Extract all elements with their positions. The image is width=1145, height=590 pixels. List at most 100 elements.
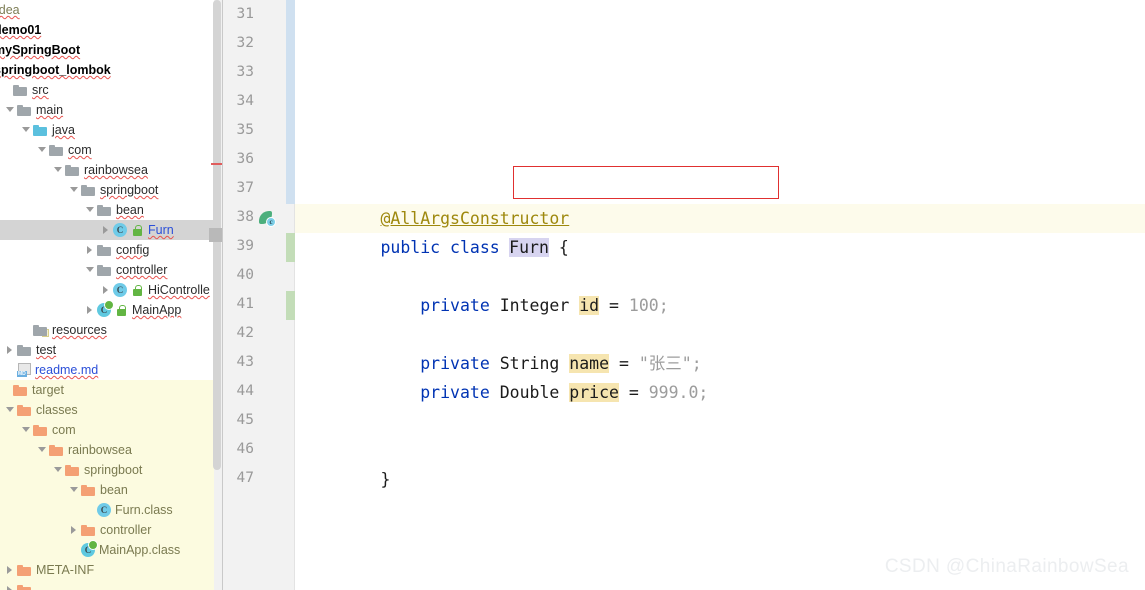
indent-3 bbox=[380, 383, 420, 402]
tree-item-icons bbox=[17, 584, 36, 590]
tree-item-com[interactable]: com bbox=[0, 420, 223, 440]
code-line-class-decl[interactable]: public class Furn { bbox=[301, 204, 569, 257]
folder-source-root-icon bbox=[33, 124, 48, 136]
tree-item-readme-md[interactable]: readme.md bbox=[0, 360, 223, 380]
line-number: 42 bbox=[236, 325, 254, 341]
folder-icon bbox=[81, 184, 96, 196]
tree-item-label: springboot bbox=[100, 183, 159, 197]
tree-item-furn-class[interactable]: C Furn.class bbox=[0, 500, 223, 520]
expand-toggle-collapsed[interactable] bbox=[100, 280, 113, 300]
tree-item-icons bbox=[17, 404, 36, 416]
tree-item-label: config bbox=[116, 243, 150, 257]
project-tree-panel[interactable]: ideademo01mySpringBootspringboot_lombok … bbox=[0, 0, 223, 590]
expand-toggle-expanded[interactable] bbox=[84, 200, 97, 220]
tree-item-icons bbox=[33, 324, 52, 337]
code-content[interactable]: @AllArgsConstructor public class Furn { … bbox=[295, 0, 1145, 590]
java-class-icon: C bbox=[113, 223, 127, 237]
no-toggle bbox=[84, 500, 97, 520]
tree-item-resources[interactable]: resources bbox=[0, 320, 223, 340]
tree-item-meta-inf[interactable]: META-INF bbox=[0, 560, 223, 580]
line-number: 35 bbox=[236, 122, 254, 138]
tree-item-rainbowsea[interactable]: rainbowsea bbox=[0, 440, 223, 460]
field-name-0: id bbox=[579, 296, 600, 315]
folder-excluded-icon bbox=[17, 584, 32, 590]
tree-item-mainapp-class[interactable]: C MainApp.class bbox=[0, 540, 223, 560]
sp-d2 bbox=[639, 383, 649, 402]
tree-item-com[interactable]: com bbox=[0, 140, 223, 160]
tree-item-icons bbox=[33, 124, 52, 136]
expand-toggle-collapsed[interactable] bbox=[84, 300, 97, 320]
sidebar-resize-handle[interactable] bbox=[209, 228, 223, 242]
tree-item-label: com bbox=[68, 143, 92, 157]
tree-item-test[interactable]: test bbox=[0, 340, 223, 360]
tree-item-controller[interactable]: controller bbox=[0, 520, 223, 540]
expand-toggle-expanded[interactable] bbox=[68, 180, 81, 200]
resources-folder-icon bbox=[33, 324, 49, 337]
expand-toggle-collapsed[interactable] bbox=[4, 340, 17, 360]
code-line-field-name[interactable]: private String name = "张三"; bbox=[301, 320, 702, 373]
tree-item[interactable] bbox=[0, 580, 223, 590]
tree-item-config[interactable]: config bbox=[0, 240, 223, 260]
tree-item-label: controller bbox=[116, 263, 168, 277]
tree-item-rainbowsea[interactable]: rainbowsea bbox=[0, 160, 223, 180]
expand-toggle-collapsed[interactable] bbox=[68, 520, 81, 540]
tree-item-springboot[interactable]: springboot bbox=[0, 180, 223, 200]
code-line-field-id[interactable]: private Integer id = 100; bbox=[301, 262, 669, 315]
code-editor[interactable]: 31 32 33 34 35 36 37 38 39 40 41 42 43 44 45 46 47 c @Al… bbox=[223, 0, 1145, 590]
expand-toggle-expanded[interactable] bbox=[20, 120, 33, 140]
project-root-idea[interactable]: idea bbox=[0, 0, 223, 20]
expand-toggle-collapsed[interactable] bbox=[4, 560, 17, 580]
tree-item-bean[interactable]: bean bbox=[0, 200, 223, 220]
project-tree-nodes: src main java com rainbowsea springboot bean C F… bbox=[0, 80, 223, 590]
line-number: 46 bbox=[236, 441, 254, 457]
expand-toggle-expanded[interactable] bbox=[52, 160, 65, 180]
space-3 bbox=[549, 238, 559, 257]
expand-toggle-expanded[interactable] bbox=[4, 400, 17, 420]
markdown-file-icon bbox=[17, 363, 31, 377]
tree-item-bean[interactable]: bean bbox=[0, 480, 223, 500]
project-root-springboot-lombok[interactable]: springboot_lombok bbox=[0, 60, 223, 80]
folder-icon bbox=[97, 264, 112, 276]
tree-item-icons bbox=[81, 524, 100, 536]
expand-toggle-expanded[interactable] bbox=[36, 140, 49, 160]
expand-toggle-expanded[interactable] bbox=[84, 260, 97, 280]
expand-toggle-expanded[interactable] bbox=[4, 100, 17, 120]
no-toggle bbox=[20, 320, 33, 340]
expand-toggle-expanded[interactable] bbox=[20, 420, 33, 440]
expand-toggle-collapsed[interactable] bbox=[100, 220, 113, 240]
tree-item-target[interactable]: target bbox=[0, 380, 223, 400]
compiled-class-icon: C bbox=[97, 503, 111, 517]
project-root-myspringboot[interactable]: mySpringBoot bbox=[0, 40, 223, 60]
code-line-closing-brace[interactable]: } bbox=[301, 436, 390, 489]
field-eq-2: = bbox=[628, 383, 639, 402]
expand-toggle-expanded[interactable] bbox=[52, 460, 65, 480]
tree-item-label: rainbowsea bbox=[84, 163, 148, 177]
tree-item-java[interactable]: java bbox=[0, 120, 223, 140]
line-number: 45 bbox=[236, 412, 254, 428]
line-number: 47 bbox=[236, 470, 254, 486]
tree-item-springboot[interactable]: springboot bbox=[0, 460, 223, 480]
tree-item-mainapp[interactable]: C MainApp bbox=[0, 300, 223, 320]
tree-item-src[interactable]: src bbox=[0, 80, 223, 100]
expand-toggle-expanded[interactable] bbox=[68, 480, 81, 500]
sp-a2 bbox=[490, 383, 500, 402]
tree-item-main[interactable]: main bbox=[0, 100, 223, 120]
spring-bean-gutter-icon[interactable]: c bbox=[259, 210, 276, 227]
code-line-annotation[interactable]: @AllArgsConstructor bbox=[301, 175, 569, 228]
code-line-field-price[interactable]: private Double price = 999.0; bbox=[301, 349, 708, 402]
expand-toggle-expanded[interactable] bbox=[36, 440, 49, 460]
project-root-label: springboot_lombok bbox=[0, 63, 111, 77]
open-brace: { bbox=[558, 238, 569, 257]
public-lock-icon bbox=[115, 304, 128, 316]
expand-toggle-collapsed[interactable] bbox=[4, 580, 17, 590]
tree-item-furn[interactable]: C Furn bbox=[0, 220, 223, 240]
tree-item-controller[interactable]: controller bbox=[0, 260, 223, 280]
editor-gutter[interactable]: 31 32 33 34 35 36 37 38 39 40 41 42 43 44 45 46 47 c bbox=[223, 0, 295, 590]
sidebar-scrollbar-track[interactable] bbox=[213, 0, 222, 590]
field-eq-0: = bbox=[609, 296, 619, 315]
gutter-change-marker bbox=[286, 0, 295, 204]
project-root-demo01[interactable]: demo01 bbox=[0, 20, 223, 40]
tree-item-hicontrolle[interactable]: C HiControlle bbox=[0, 280, 223, 300]
tree-item-classes[interactable]: classes bbox=[0, 400, 223, 420]
expand-toggle-collapsed[interactable] bbox=[84, 240, 97, 260]
